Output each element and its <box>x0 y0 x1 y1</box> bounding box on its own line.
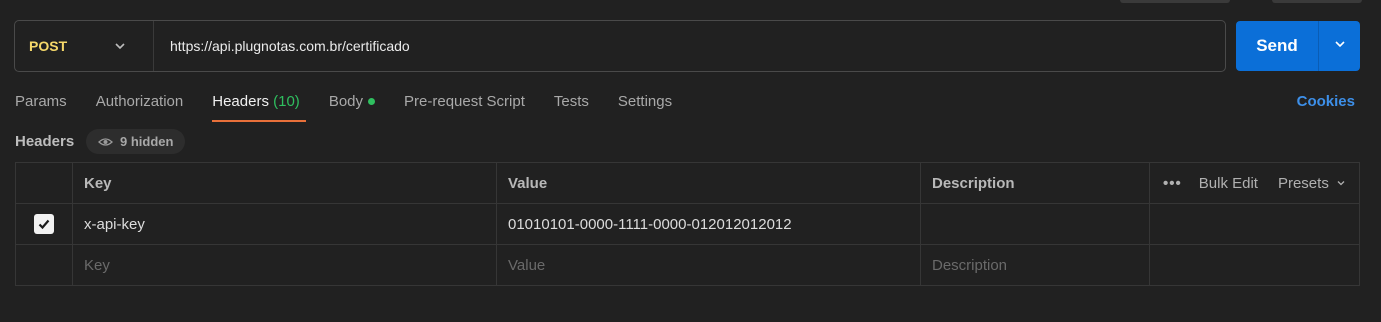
hidden-headers-toggle[interactable]: 9 hidden <box>86 129 186 154</box>
eye-icon <box>98 137 113 146</box>
new-value-input[interactable]: Value <box>497 245 921 286</box>
row-checkbox-cell <box>16 245 73 286</box>
tab-body[interactable]: Body <box>328 90 376 122</box>
header-key-input[interactable]: x-api-key <box>73 204 497 244</box>
method-label: POST <box>29 38 68 54</box>
header-description-input[interactable] <box>921 204 1150 244</box>
tab-tests[interactable]: Tests <box>554 90 589 122</box>
hidden-count-label: 9 hidden <box>120 134 174 149</box>
row-checkbox[interactable] <box>34 214 54 234</box>
column-header-description: Description <box>921 163 1150 203</box>
tab-headers[interactable]: Headers (10) <box>212 90 306 122</box>
send-options-button[interactable] <box>1319 21 1360 71</box>
headers-table: Key Value Description ••• Bulk Edit Pres… <box>15 162 1360 286</box>
tab-headers-count: (10) <box>273 93 300 110</box>
tab-settings[interactable]: Settings <box>618 90 672 122</box>
chevron-down-icon <box>1337 180 1345 185</box>
new-description-input[interactable]: Description <box>921 245 1150 286</box>
more-options-button[interactable]: ••• <box>1163 175 1182 192</box>
request-tabs: Params Authorization Headers (10) Body P… <box>15 90 701 122</box>
chevron-down-icon <box>1333 37 1347 56</box>
column-header-value: Value <box>497 163 921 203</box>
url-input[interactable]: https://api.plugnotas.com.br/certificado <box>154 38 1225 54</box>
new-key-input[interactable]: Key <box>73 245 497 286</box>
presets-label: Presets <box>1277 174 1329 192</box>
tab-headers-label: Headers <box>212 93 269 110</box>
top-toolbar-stub <box>1120 0 1230 3</box>
tab-pre-request-script[interactable]: Pre-request Script <box>404 90 525 122</box>
table-row: x-api-key 01010101-0000-1111-0000-012012… <box>16 204 1359 245</box>
send-button-group: Send <box>1236 21 1360 71</box>
chevron-down-icon <box>113 39 127 53</box>
tab-authorization[interactable]: Authorization <box>96 90 184 122</box>
method-select[interactable]: POST <box>15 21 154 71</box>
request-bar: POST https://api.plugnotas.com.br/certif… <box>14 20 1226 72</box>
row-checkbox-cell <box>16 204 73 244</box>
tab-body-label: Body <box>328 93 364 110</box>
row-actions-cell <box>1150 204 1359 244</box>
status-dot-icon <box>368 97 376 105</box>
top-toolbar-stub <box>1272 0 1362 3</box>
cookies-link[interactable]: Cookies <box>1297 93 1355 110</box>
select-column-header <box>16 163 73 203</box>
table-actions: ••• Bulk Edit Presets <box>1150 163 1359 203</box>
column-header-key: Key <box>73 163 497 203</box>
headers-section-title: Headers <box>15 133 75 150</box>
table-row-new: Key Value Description <box>16 245 1359 286</box>
row-actions-cell <box>1150 245 1359 286</box>
presets-dropdown[interactable]: Presets <box>1278 175 1346 192</box>
header-value-input[interactable]: 01010101-0000-1111-0000-012012012012 <box>497 204 921 244</box>
send-button[interactable]: Send <box>1236 21 1319 71</box>
tab-params[interactable]: Params <box>15 90 67 122</box>
bulk-edit-button[interactable]: Bulk Edit <box>1199 175 1258 192</box>
checkmark-icon <box>38 219 50 230</box>
table-header-row: Key Value Description ••• Bulk Edit Pres… <box>16 163 1359 204</box>
